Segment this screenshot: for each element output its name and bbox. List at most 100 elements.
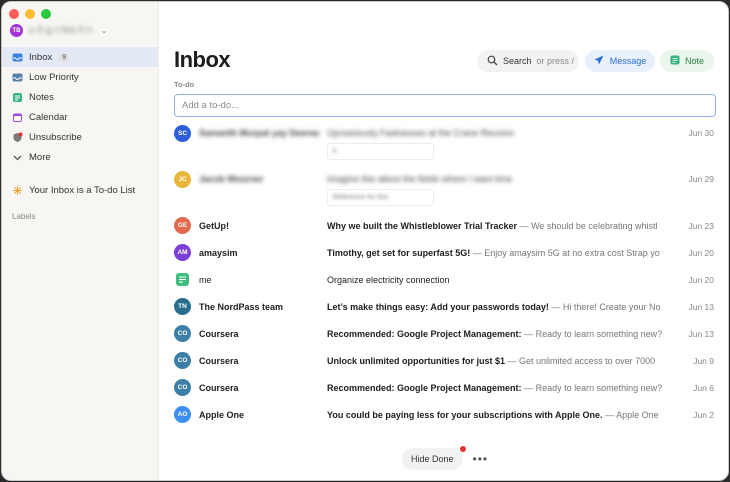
email-preview: Timothy, get set for superfast 5G! — Enj…	[327, 248, 667, 258]
sidebar-item-calendar[interactable]: Calendar	[2, 107, 158, 127]
sender-name: Samanth Murpat yay Deerao	[199, 128, 319, 138]
email-subject: Why we built the Whistleblower Trial Tra…	[327, 220, 518, 231]
sidebar-item-label: Notes	[29, 91, 54, 103]
todo-hint[interactable]: Your Inbox is a To-do List	[2, 180, 158, 200]
sender-name: me	[199, 274, 212, 285]
inbox-icon	[12, 52, 23, 63]
email-preview: Let’s make things easy: Add your passwor…	[327, 302, 667, 312]
inbox-count-badge: 9	[59, 52, 70, 62]
sidebar-item-low-priority[interactable]: Low Priority	[2, 67, 158, 87]
sidebar-item-label: Inbox	[29, 51, 53, 63]
sender-avatar: TN	[174, 298, 191, 315]
message-label: Message	[609, 56, 647, 66]
email-row[interactable]: CO Coursera Unlock unlimited opportuniti…	[166, 347, 718, 374]
email-preview: Why we built the Whistleblower Trial Tra…	[327, 221, 667, 231]
todo-hint-label: Your Inbox is a To-do List	[29, 184, 136, 196]
todo-section-label: To-do	[174, 80, 195, 89]
note-icon	[670, 55, 680, 67]
email-snippet: — Hi there! Create your No	[551, 301, 661, 312]
email-subject: You could be paying less for your subscr…	[327, 409, 603, 420]
email-row[interactable]: CO Coursera Recommended: Google Project …	[166, 320, 718, 347]
minimize-window-button[interactable]	[25, 9, 35, 19]
email-list: SC Samanth Murpat yay Deerao Uproariousl…	[166, 120, 718, 428]
sidebar-item-more[interactable]: More	[2, 147, 158, 167]
hide-done-button[interactable]: Hide Done	[402, 446, 466, 470]
notes-icon	[12, 92, 23, 103]
email-subject: Imagine this about the fields where I wa…	[327, 174, 513, 184]
window-controls	[9, 9, 51, 19]
email-row[interactable]: JC Jacob Mourner Imagine this about the …	[166, 166, 718, 212]
sidebar-nav: Inbox 9 Low Priority Notes Calendar Unsu…	[2, 47, 158, 167]
sender-name: GetUp!	[199, 220, 229, 231]
email-preview: Unlock unlimited opportunities for just …	[327, 356, 667, 366]
new-note-button[interactable]: Note	[660, 50, 714, 72]
sender-name: Jacob Mourner	[199, 174, 264, 184]
email-date: Jun 6	[693, 382, 714, 393]
email-subject: Organize electricity connection	[327, 274, 450, 285]
email-date: Jun 23	[688, 220, 714, 231]
sender-avatar: JC	[174, 171, 191, 188]
attachment-chip[interactable]: Reference for this	[327, 189, 434, 206]
new-message-button[interactable]: Message	[585, 50, 655, 72]
email-preview: Recommended: Google Project Management: …	[327, 383, 667, 393]
email-date: Jun 13	[688, 301, 714, 312]
more-options-icon[interactable]: •••	[473, 452, 489, 466]
email-date: Jun 29	[688, 174, 714, 184]
sender-name: Apple One	[199, 409, 245, 420]
attachment-name: Reference for this	[333, 194, 389, 201]
search-icon	[487, 55, 498, 68]
email-date: Jun 20	[688, 274, 714, 285]
note-icon	[174, 271, 191, 288]
sender-avatar: CO	[174, 325, 191, 342]
sidebar-item-label: Low Priority	[29, 71, 79, 83]
search-shortcut-hint: or press /	[536, 56, 575, 66]
bottom-bar: Hide Done •••	[402, 446, 489, 470]
todo-hint-item[interactable]: Your Inbox is a To-do List	[2, 180, 158, 200]
email-row[interactable]: CO Coursera Recommended: Google Project …	[166, 374, 718, 401]
email-row[interactable]: GE GetUp! Why we built the Whistleblower…	[166, 212, 718, 239]
sender-name: amaysim	[199, 247, 238, 258]
todo-input[interactable]	[174, 94, 716, 117]
send-icon	[594, 55, 604, 67]
sender-avatar: CO	[174, 379, 191, 396]
email-row[interactable]: AO Apple One You could be paying less fo…	[166, 401, 718, 428]
email-snippet: — Ready to learn something new?	[524, 382, 663, 393]
email-preview: Recommended: Google Project Management: …	[327, 329, 667, 339]
account-name: u∙ll∙g∙t∙Ma∙ll∙n	[29, 25, 93, 36]
page-title: Inbox	[174, 47, 231, 72]
sender-name: Coursera	[199, 355, 239, 366]
sidebar-item-label: More	[29, 151, 51, 163]
email-row[interactable]: AM amaysim Timothy, get set for superfas…	[166, 239, 718, 266]
search-label: Search	[503, 56, 532, 66]
sidebar-item-label: Calendar	[29, 111, 68, 123]
main-pane: Inbox Search or press / Message Note To-…	[160, 2, 728, 480]
app-window: TB u∙ll∙g∙t∙Ma∙ll∙n ⌄ Inbox 9 Low Priori…	[1, 1, 729, 481]
zoom-window-button[interactable]	[41, 9, 51, 19]
labels-heading: Labels	[12, 212, 36, 221]
email-snippet: — We should be celebrating whistl	[519, 220, 658, 231]
email-row[interactable]: me Organize electricity connection Jun 2…	[166, 266, 718, 293]
attachment-chip[interactable]: fi	[327, 143, 434, 160]
email-subject: Let’s make things easy: Add your passwor…	[327, 301, 549, 312]
close-window-button[interactable]	[9, 9, 19, 19]
calendar-icon	[12, 112, 23, 123]
email-subject: Uproariously Fastnesses at the Crane Reu…	[327, 128, 515, 138]
email-date: Jun 2	[693, 409, 714, 420]
search-button[interactable]: Search or press /	[477, 50, 579, 72]
hide-done-label: Hide Done	[411, 454, 454, 464]
sidebar-item-unsubscribe[interactable]: Unsubscribe	[2, 127, 158, 147]
account-avatar: TB	[10, 24, 23, 37]
attachment-name: fi	[333, 148, 337, 155]
account-switcher[interactable]: TB u∙ll∙g∙t∙Ma∙ll∙n ⌄	[10, 24, 107, 37]
email-row[interactable]: TN The NordPass team Let’s make things e…	[166, 293, 718, 320]
sidebar-item-notes[interactable]: Notes	[2, 87, 158, 107]
email-subject: Unlock unlimited opportunities for just …	[327, 355, 506, 366]
sender-name: Coursera	[199, 382, 239, 393]
email-date: Jun 9	[693, 355, 714, 366]
sender-name: Coursera	[199, 328, 239, 339]
sidebar-item-inbox[interactable]: Inbox 9	[2, 47, 158, 67]
email-row[interactable]: SC Samanth Murpat yay Deerao Uproariousl…	[166, 120, 718, 166]
chevron-down-icon	[12, 152, 23, 163]
email-snippet: — Apple One	[605, 409, 659, 420]
sidebar-item-label: Unsubscribe	[29, 131, 82, 143]
